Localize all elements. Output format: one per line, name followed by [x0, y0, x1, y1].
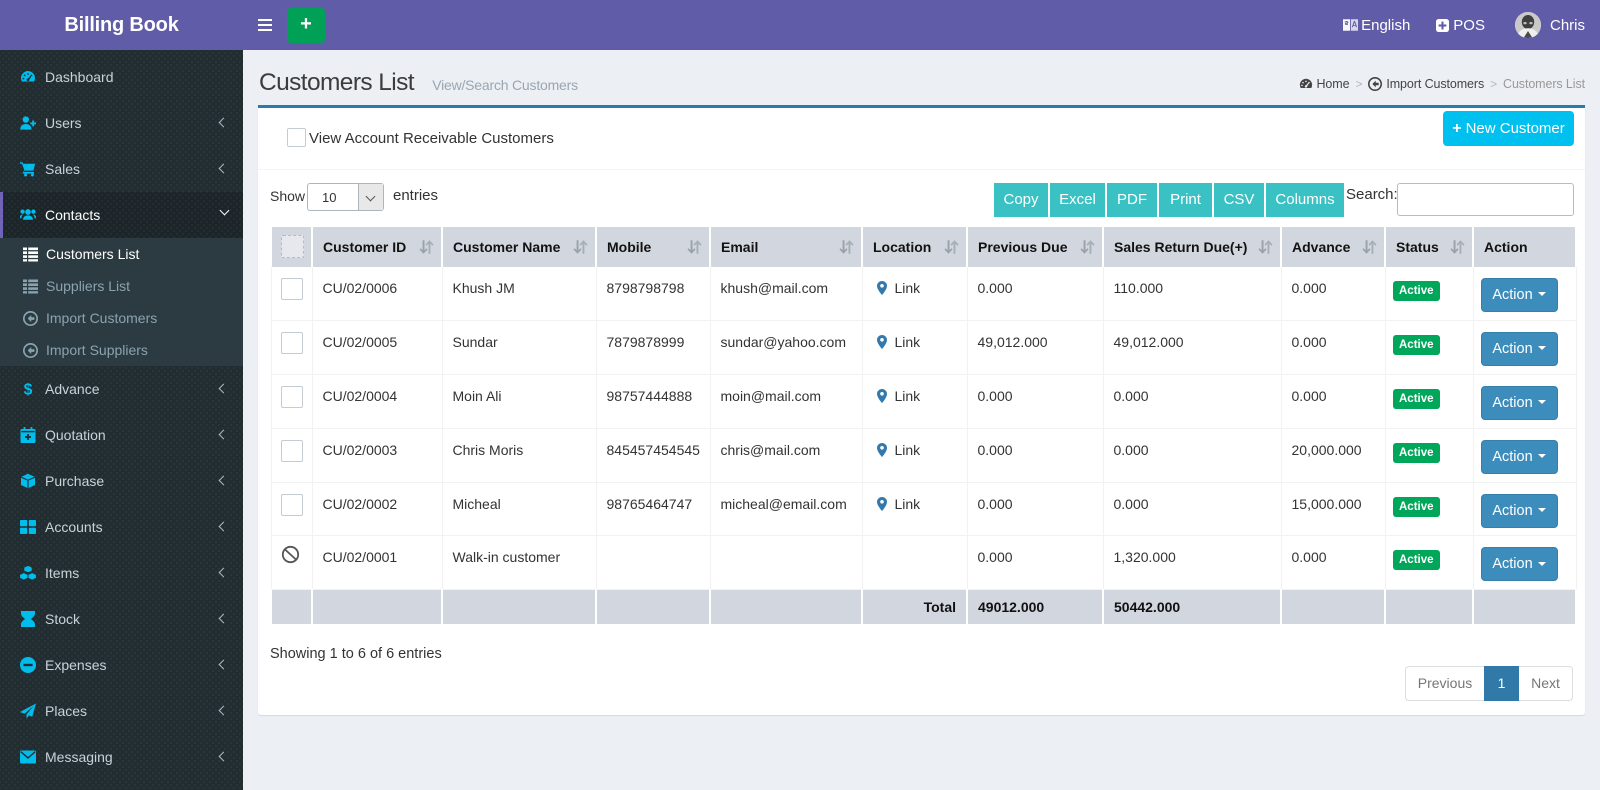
svg-text:$: $ [24, 381, 33, 397]
